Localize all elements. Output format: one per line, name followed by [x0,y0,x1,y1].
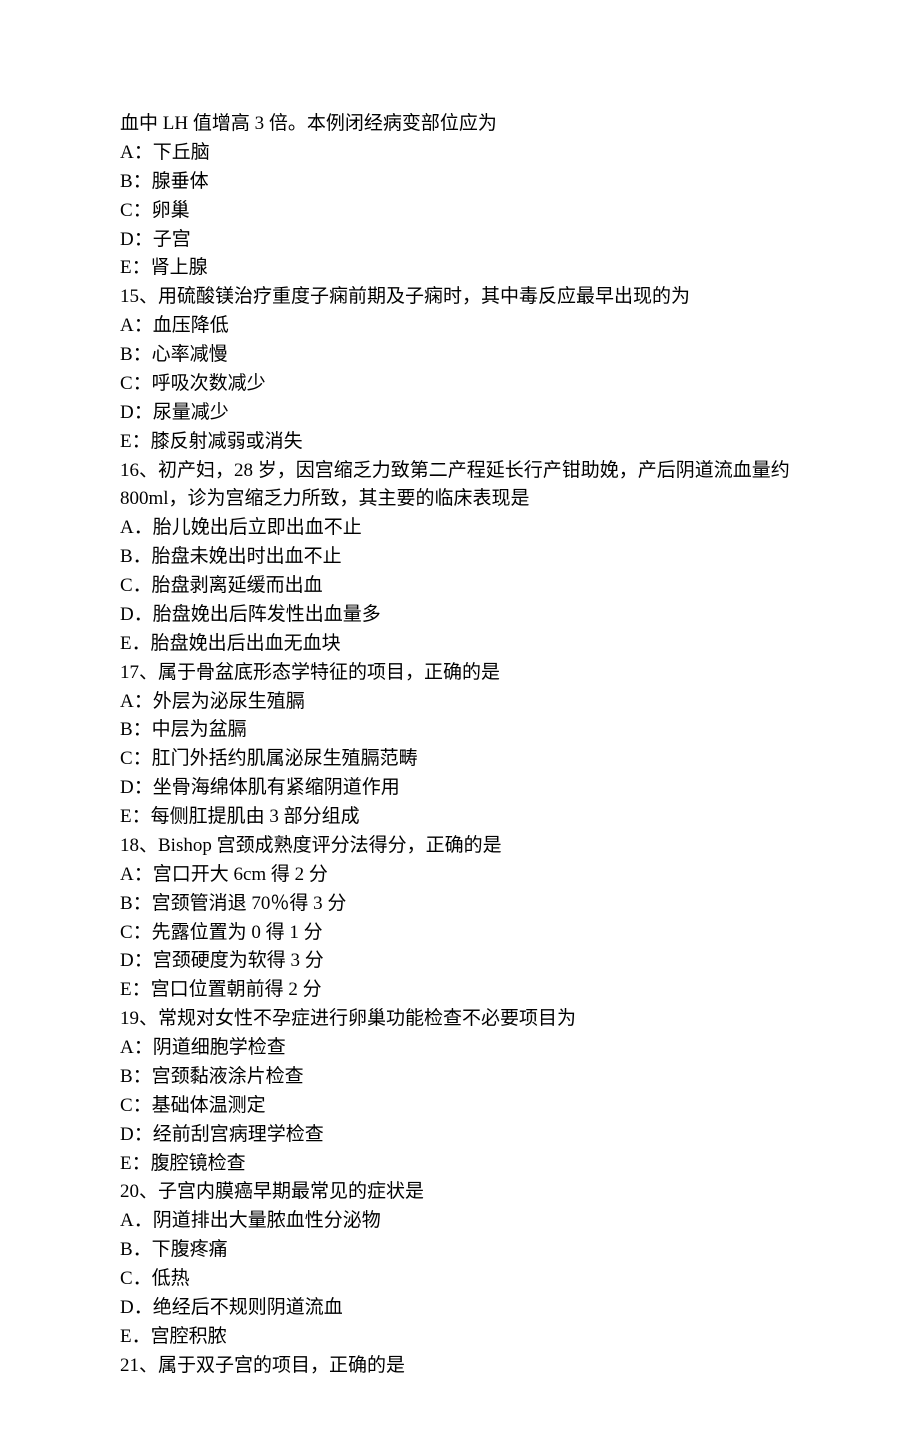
text-line: E：膝反射减弱或消失 [120,428,800,457]
text-line: A：阴道细胞学检查 [120,1034,800,1063]
text-line: C：基础体温测定 [120,1092,800,1121]
text-line: B：腺垂体 [120,168,800,197]
text-line: B：心率减慢 [120,341,800,370]
text-line: B：中层为盆膈 [120,716,800,745]
text-line: C：肛门外括约肌属泌尿生殖膈范畴 [120,745,800,774]
text-line: 18、Bishop 宫颈成熟度评分法得分，正确的是 [120,832,800,861]
text-line: A．阴道排出大量脓血性分泌物 [120,1207,800,1236]
text-line: E：腹腔镜检查 [120,1150,800,1179]
text-line: 20、子宫内膜癌早期最常见的症状是 [120,1178,800,1207]
text-line: 16、初产妇，28 岁，因宫缩乏力致第二产程延长行产钳助娩，产后阴道流血量约 8… [120,457,800,515]
text-line: C：先露位置为 0 得 1 分 [120,919,800,948]
text-line: D：经前刮宫病理学检查 [120,1121,800,1150]
text-line: E．胎盘娩出后出血无血块 [120,630,800,659]
text-line: A：血压降低 [120,312,800,341]
text-line: B：宫颈管消退 70％得 3 分 [120,890,800,919]
text-line: C．胎盘剥离延缓而出血 [120,572,800,601]
text-line: C：卵巢 [120,197,800,226]
text-line: C．低热 [120,1265,800,1294]
text-line: E．宫腔积脓 [120,1323,800,1352]
text-line: A：下丘脑 [120,139,800,168]
text-line: 21、属于双子宫的项目，正确的是 [120,1352,800,1381]
text-line: 19、常规对女性不孕症进行卵巢功能检查不必要项目为 [120,1005,800,1034]
text-line: D．胎盘娩出后阵发性出血量多 [120,601,800,630]
text-line: E：肾上腺 [120,254,800,283]
text-line: D：宫颈硬度为软得 3 分 [120,947,800,976]
text-line: B．胎盘未娩出时出血不止 [120,543,800,572]
document-page: 血中 LH 值增高 3 倍。本例闭经病变部位应为 A：下丘脑 B：腺垂体 C：卵… [0,0,920,1441]
text-line: D：子宫 [120,226,800,255]
text-line: D：尿量减少 [120,399,800,428]
text-line: B：宫颈黏液涂片检查 [120,1063,800,1092]
text-line: E：每侧肛提肌由 3 部分组成 [120,803,800,832]
text-line: A：宫口开大 6cm 得 2 分 [120,861,800,890]
text-line: D：坐骨海绵体肌有紧缩阴道作用 [120,774,800,803]
text-line: 15、用硫酸镁治疗重度子痫前期及子痫时，其中毒反应最早出现的为 [120,283,800,312]
text-line: B．下腹疼痛 [120,1236,800,1265]
text-line: D．绝经后不规则阴道流血 [120,1294,800,1323]
text-line: A．胎儿娩出后立即出血不止 [120,514,800,543]
text-line: 17、属于骨盆底形态学特征的项目，正确的是 [120,659,800,688]
text-line: 血中 LH 值增高 3 倍。本例闭经病变部位应为 [120,110,800,139]
text-line: E：宫口位置朝前得 2 分 [120,976,800,1005]
text-line: A：外层为泌尿生殖膈 [120,688,800,717]
text-line: C：呼吸次数减少 [120,370,800,399]
